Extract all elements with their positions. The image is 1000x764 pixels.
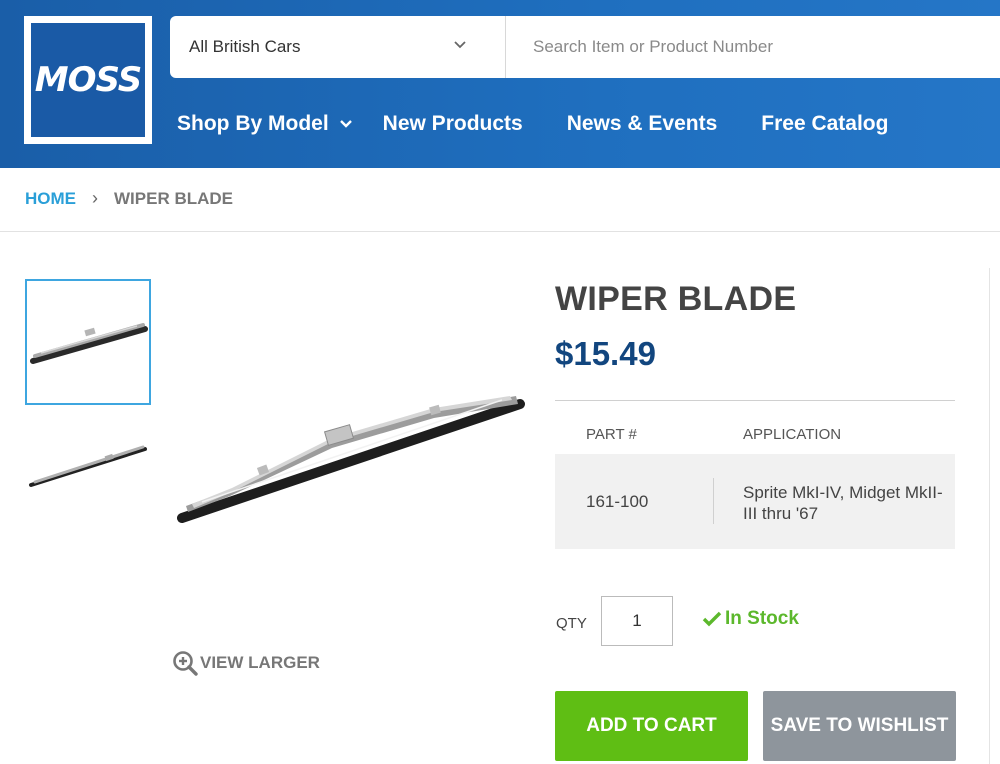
search-bar: All British Cars — [170, 16, 1000, 78]
price-divider — [555, 400, 955, 401]
stock-status-label: In Stock — [725, 608, 799, 629]
part-number-header: PART # — [586, 426, 637, 443]
quantity-input[interactable] — [601, 596, 673, 646]
make-select[interactable]: All British Cars — [170, 16, 506, 78]
application-header: APPLICATION — [743, 426, 842, 443]
view-larger-link[interactable]: VIEW LARGER — [172, 650, 320, 676]
breadcrumb-current: WIPER BLADE — [114, 188, 233, 208]
view-larger-label: VIEW LARGER — [200, 653, 320, 672]
parts-table-header: PART # APPLICATION — [555, 416, 955, 454]
nav-free-catalog-label: Free Catalog — [761, 112, 889, 135]
nav-shop-by-model-label: Shop By Model — [177, 112, 329, 135]
make-select-value: All British Cars — [189, 37, 301, 56]
site-header: MOSS All British Cars Shop By Model New … — [0, 0, 1000, 168]
checkmark-icon — [702, 611, 722, 627]
wiper-thumbnail-image — [29, 445, 147, 487]
chevron-down-icon — [339, 120, 352, 128]
breadcrumb: HOME › WIPER BLADE — [25, 188, 233, 209]
logo-box: MOSS — [31, 23, 145, 137]
add-to-cart-button[interactable]: ADD TO CART — [555, 691, 748, 761]
moss-logo[interactable]: MOSS — [24, 16, 152, 144]
nav-news-events-label: News & Events — [566, 112, 718, 135]
wiper-thumbnail-image — [30, 323, 148, 364]
qty-label: QTY — [556, 615, 587, 632]
search-input[interactable] — [506, 16, 1000, 78]
sidebar-divider — [989, 268, 990, 764]
nav-shop-by-model[interactable]: Shop By Model — [177, 112, 353, 136]
add-to-cart-label: ADD TO CART — [586, 715, 717, 736]
breadcrumb-divider — [0, 231, 1000, 232]
zoom-in-icon — [173, 651, 198, 676]
breadcrumb-separator: › — [92, 188, 98, 208]
application-cell: Sprite MkI-IV, Midget MkII-III thru '67 — [743, 483, 943, 523]
product-thumbnail-1[interactable] — [25, 279, 151, 405]
save-to-wishlist-button[interactable]: SAVE TO WISHLIST — [763, 691, 956, 761]
product-price: $15.49 — [555, 335, 656, 372]
table-row: 161-100 Sprite MkI-IV, Midget MkII-III t… — [555, 454, 955, 549]
product-main-image[interactable] — [172, 320, 532, 598]
product-title: WIPER BLADE — [555, 280, 797, 318]
nav-new-products[interactable]: New Products — [383, 112, 523, 136]
save-to-wishlist-label: SAVE TO WISHLIST — [770, 715, 949, 736]
product-thumbnail-2[interactable] — [25, 405, 151, 531]
part-number-cell: 161-100 — [586, 492, 649, 511]
nav-news-events[interactable]: News & Events — [567, 112, 718, 136]
nav-free-catalog[interactable]: Free Catalog — [761, 112, 888, 136]
main-nav: Shop By Model New Products News & Events… — [177, 112, 888, 136]
stock-status: In Stock — [702, 608, 799, 630]
breadcrumb-home-link[interactable]: HOME — [25, 189, 76, 209]
chevron-down-icon — [454, 41, 466, 49]
logo-text: MOSS — [34, 60, 142, 100]
cell-divider — [713, 478, 714, 524]
nav-new-products-label: New Products — [382, 112, 523, 135]
